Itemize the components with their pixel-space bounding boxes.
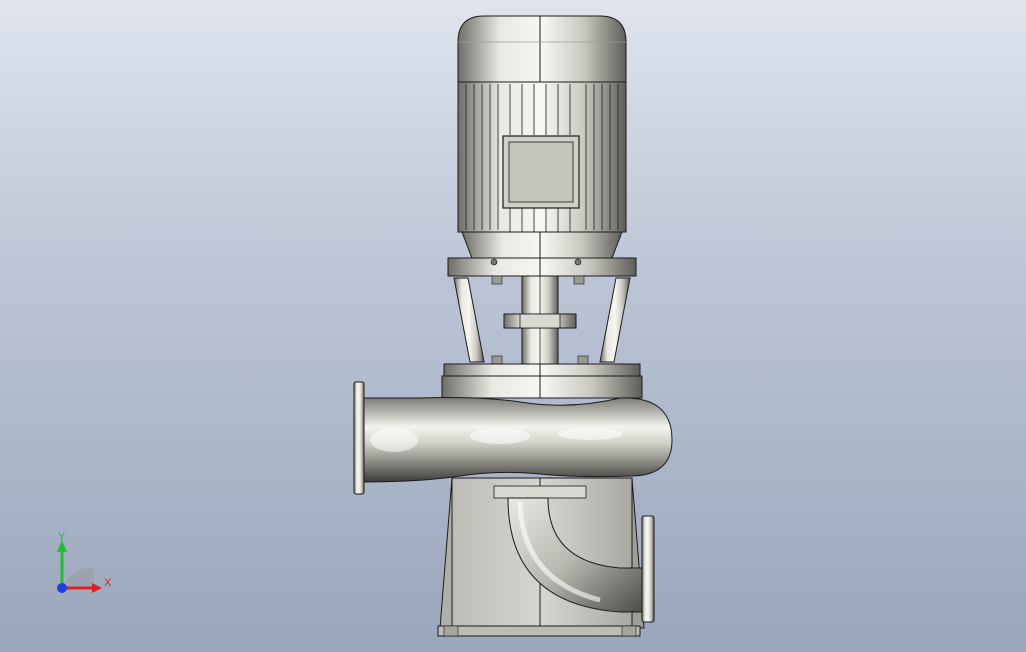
x-axis-label: X [104, 577, 112, 589]
z-axis-dot [57, 583, 67, 593]
lantern-bracket [453, 275, 631, 365]
pump-cover [441, 363, 643, 399]
graphics-viewport[interactable]: Y X [0, 0, 1026, 652]
motor-cap [457, 15, 627, 83]
discharge-flange [641, 515, 655, 623]
y-axis-label: Y [58, 531, 66, 543]
suction-flange [353, 381, 365, 495]
axis-triad: Y X [57, 531, 112, 593]
motor-body [457, 81, 627, 233]
pump-model[interactable] [0, 0, 1026, 652]
suction-volute [353, 381, 673, 495]
x-axis-arrow [92, 583, 102, 593]
